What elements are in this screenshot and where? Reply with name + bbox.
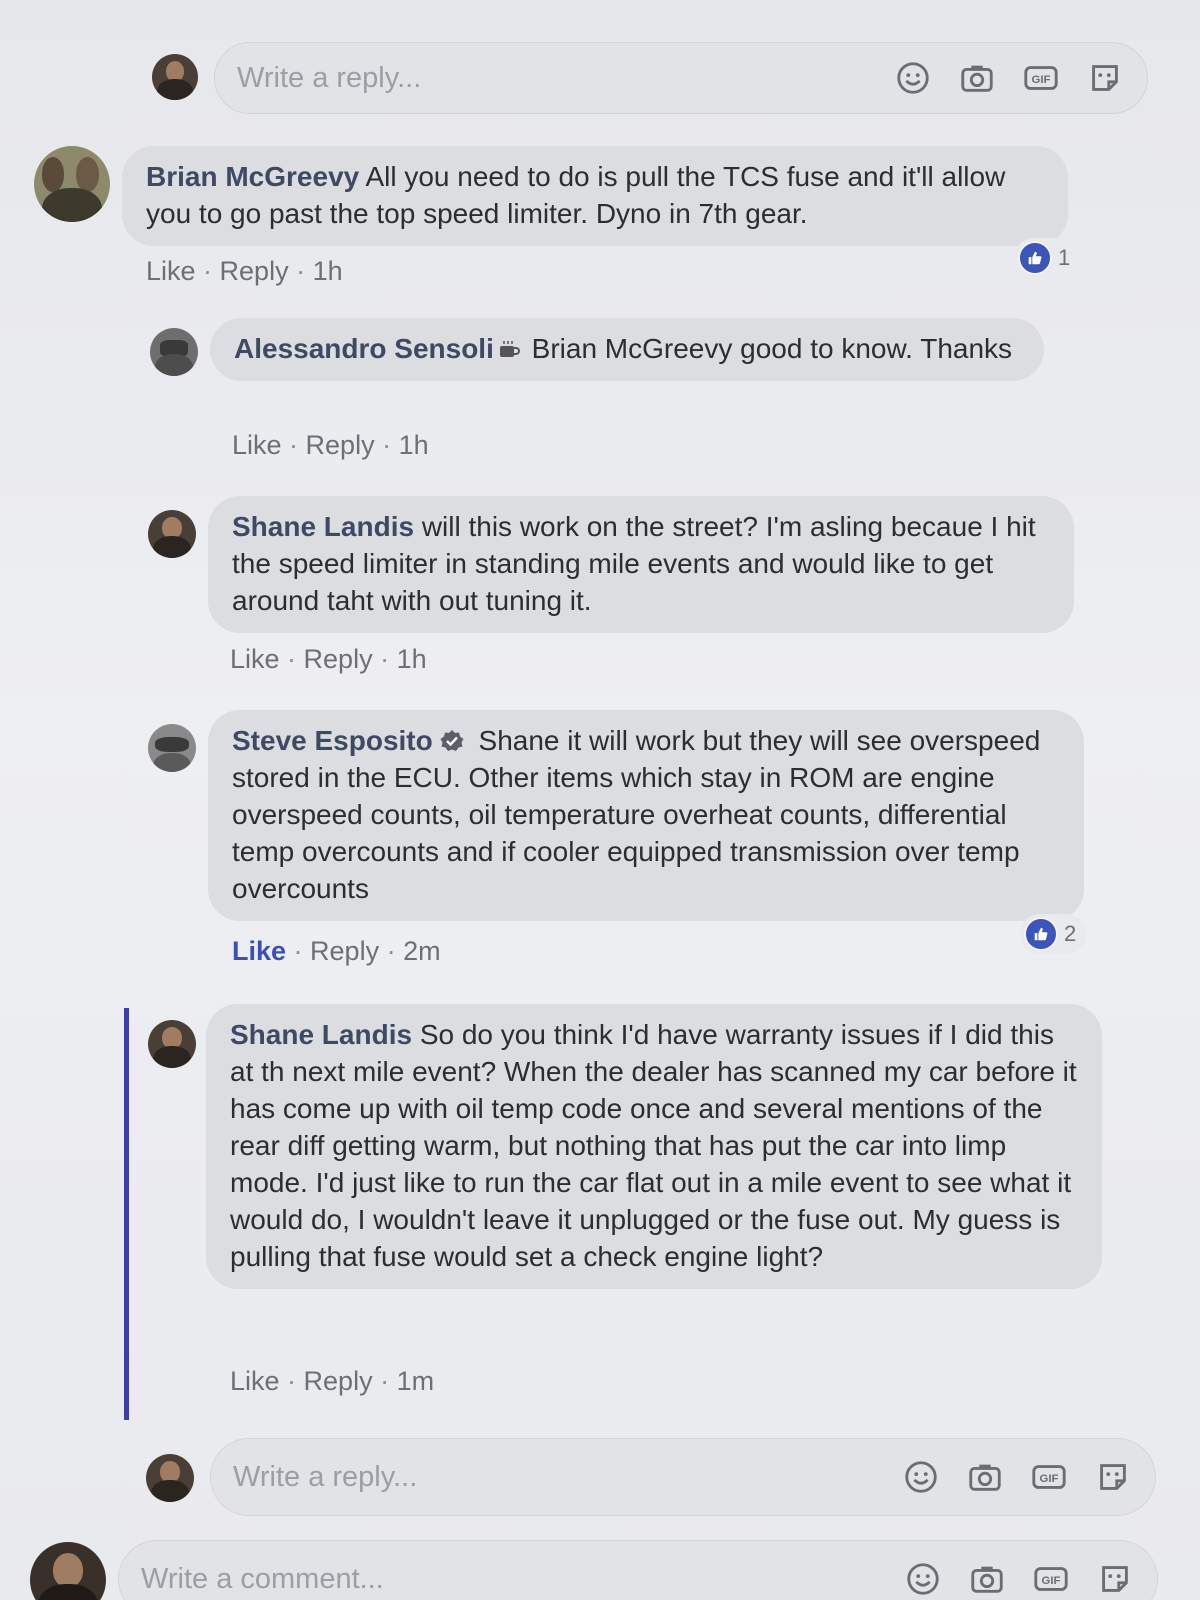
verified-badge-icon	[439, 726, 465, 752]
comment-actions: Like · Reply · 1h	[146, 256, 343, 286]
reply-button[interactable]: Reply	[304, 1366, 373, 1396]
avatar[interactable]	[146, 1454, 194, 1502]
like-button[interactable]: Like	[232, 430, 282, 460]
new-reply-indicator	[124, 1008, 129, 1420]
comment-bubble: Steve Esposito Shane it will work but th…	[208, 710, 1084, 921]
reaction-badge[interactable]: 1	[1014, 238, 1081, 278]
comment-timestamp[interactable]: 1h	[399, 430, 429, 460]
reply-button[interactable]: Reply	[310, 936, 379, 966]
reply-input-placeholder: Write a reply...	[233, 1460, 418, 1493]
sticker-icon[interactable]	[1093, 1457, 1133, 1497]
coffee-icon	[498, 332, 520, 357]
comment-author[interactable]: Alessandro Sensoli	[234, 333, 494, 364]
comment-actions: Like · Reply · 1h	[230, 644, 427, 674]
svg-text:GIF: GIF	[1032, 74, 1051, 86]
comment-timestamp[interactable]: 1h	[313, 256, 343, 286]
reply-input[interactable]: Write a reply... GIF	[210, 1438, 1156, 1516]
avatar[interactable]	[30, 1542, 106, 1600]
sticker-icon[interactable]	[1095, 1559, 1135, 1599]
comment-author[interactable]: Shane Landis	[230, 1019, 412, 1050]
reply-button[interactable]: Reply	[304, 644, 373, 674]
reaction-badge[interactable]: 2	[1020, 914, 1087, 954]
avatar[interactable]	[152, 54, 198, 100]
comment-actions: Like · Reply · 2m	[232, 936, 441, 966]
comment-thread: Write a reply... GIF Brian McGreevy All …	[0, 0, 1200, 1600]
comment-author[interactable]: Brian McGreevy	[146, 161, 359, 192]
gif-icon[interactable]: GIF	[1021, 58, 1061, 98]
gif-icon[interactable]: GIF	[1031, 1559, 1071, 1599]
emoji-icon[interactable]	[893, 58, 933, 98]
avatar[interactable]	[148, 1020, 196, 1068]
comment-bubble: Shane Landis will this work on the stree…	[208, 496, 1074, 633]
camera-icon[interactable]	[967, 1559, 1007, 1599]
gif-icon[interactable]: GIF	[1029, 1457, 1069, 1497]
comment-timestamp[interactable]: 1m	[397, 1366, 435, 1396]
comment-actions: Like · Reply · 1h	[232, 430, 429, 460]
like-button[interactable]: Like	[146, 256, 196, 286]
comment-timestamp[interactable]: 1h	[397, 644, 427, 674]
like-button[interactable]: Like	[230, 644, 280, 674]
comment-text: So do you think I'd have warranty issues…	[230, 1019, 1077, 1272]
like-button[interactable]: Like	[230, 1366, 280, 1396]
like-button[interactable]: Like	[232, 936, 286, 966]
sticker-icon[interactable]	[1085, 58, 1125, 98]
comment-input-placeholder: Write a comment...	[141, 1562, 384, 1595]
svg-text:GIF: GIF	[1040, 1473, 1059, 1485]
avatar[interactable]	[34, 146, 110, 222]
comment-actions: Like · Reply · 1m	[230, 1366, 435, 1396]
comment-text: Brian McGreevy good to know. Thanks	[523, 333, 1013, 364]
reaction-count: 1	[1058, 245, 1071, 270]
comment-author[interactable]: Shane Landis	[232, 511, 414, 542]
avatar[interactable]	[148, 510, 196, 558]
reply-input-placeholder: Write a reply...	[237, 61, 422, 94]
reply-button[interactable]: Reply	[306, 430, 375, 460]
comment-bubble: Alessandro Sensoli Brian McGreevy good t…	[210, 318, 1044, 381]
avatar[interactable]	[150, 328, 198, 376]
comment-author[interactable]: Steve Esposito	[232, 725, 433, 756]
avatar[interactable]	[148, 724, 196, 772]
thumbs-up-icon	[1024, 917, 1058, 951]
svg-text:GIF: GIF	[1042, 1575, 1061, 1587]
camera-icon[interactable]	[965, 1457, 1005, 1497]
reply-button[interactable]: Reply	[220, 256, 289, 286]
reply-input[interactable]: Write a reply... GIF	[214, 42, 1148, 114]
emoji-icon[interactable]	[901, 1457, 941, 1497]
camera-icon[interactable]	[957, 58, 997, 98]
thumbs-up-icon	[1018, 241, 1052, 275]
comment-input[interactable]: Write a comment... GIF	[118, 1540, 1158, 1600]
comment-bubble: Shane Landis So do you think I'd have wa…	[206, 1004, 1102, 1289]
comment-bubble: Brian McGreevy All you need to do is pul…	[122, 146, 1068, 246]
reaction-count: 2	[1064, 921, 1077, 946]
comment-timestamp[interactable]: 2m	[403, 936, 441, 966]
emoji-icon[interactable]	[903, 1559, 943, 1599]
